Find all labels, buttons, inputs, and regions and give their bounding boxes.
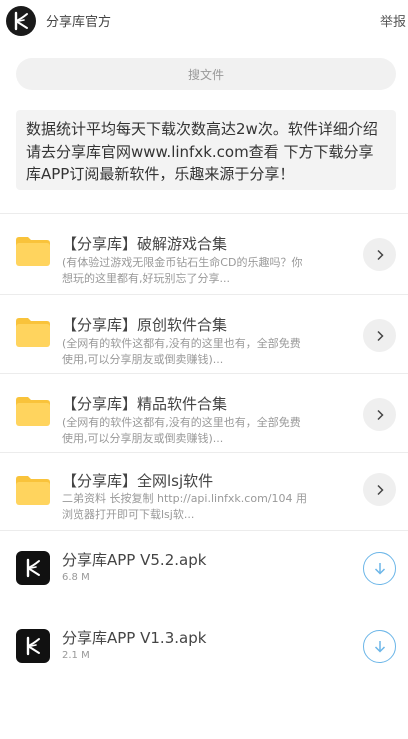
download-icon <box>374 640 385 653</box>
download-icon <box>374 562 385 575</box>
folder-item[interactable]: 【分享库】全网lsj软件 二弟资料 长按复制 http://api.linfxk… <box>0 453 408 533</box>
chevron-right-icon <box>376 484 384 495</box>
notice-text: 数据统计平均每天下载次数高达2w次。软件详细介绍请去分享库官网www.linfx… <box>26 120 378 183</box>
file-size: 2.1 M <box>62 650 90 661</box>
open-folder-button[interactable] <box>363 473 396 506</box>
folder-item[interactable]: 【分享库】破解游戏合集 (有体验过游戏无限金币钻石生命CD的乐趣吗？你想玩的这里… <box>0 214 408 294</box>
chevron-right-icon <box>376 409 384 420</box>
folder-icon <box>16 237 50 266</box>
file-item[interactable]: 分享库APP V5.2.apk 6.8 M <box>0 531 408 605</box>
owner-name[interactable]: 分享库官方 <box>46 11 111 30</box>
open-folder-button[interactable] <box>363 398 396 431</box>
folder-icon <box>16 397 50 426</box>
folder-title: 【分享库】破解游戏合集 <box>62 235 228 253</box>
folder-item[interactable]: 【分享库】原创软件合集 (全网有的软件这都有,没有的这里也有，全部免费使用,可以… <box>0 295 408 375</box>
file-name: 分享库APP V1.3.apk <box>62 629 207 647</box>
folder-icon <box>16 318 50 347</box>
folder-icon <box>16 476 50 505</box>
open-folder-button[interactable] <box>363 238 396 271</box>
brand-logo-icon <box>26 636 40 656</box>
report-link[interactable]: 举报 <box>380 11 406 30</box>
search-placeholder: 搜文件 <box>187 67 224 82</box>
owner-avatar[interactable] <box>6 6 36 36</box>
file-name: 分享库APP V5.2.apk <box>62 551 207 569</box>
notice-box: 数据统计平均每天下载次数高达2w次。软件详细介绍请去分享库官网www.linfx… <box>16 110 396 190</box>
app-file-icon <box>16 629 50 663</box>
folder-description: (有体验过游戏无限金币钻石生命CD的乐趣吗？你想玩的这里都有,好玩别忘了分享..… <box>62 256 303 285</box>
file-item[interactable]: 分享库APP V1.3.apk 2.1 M <box>0 609 408 683</box>
folder-title: 【分享库】原创软件合集 <box>62 316 228 334</box>
folder-item[interactable]: 【分享库】精品软件合集 (全网有的软件这都有,没有的这里也有，全部免费使用,可以… <box>0 374 408 454</box>
brand-logo-icon <box>26 558 40 578</box>
app-file-icon <box>16 551 50 585</box>
top-bar: 分享库官方 举报 <box>0 0 408 42</box>
download-button[interactable] <box>363 630 396 663</box>
file-size: 6.8 M <box>62 572 90 583</box>
folder-description: (全网有的软件这都有,没有的这里也有，全部免费使用,可以分享朋友或倒卖赚钱)..… <box>62 416 301 445</box>
chevron-right-icon <box>376 330 384 341</box>
chevron-right-icon <box>376 249 384 260</box>
folder-description: (全网有的软件这都有,没有的这里也有，全部免费使用,可以分享朋友或倒卖赚钱)..… <box>62 337 301 366</box>
download-button[interactable] <box>363 552 396 585</box>
folder-description: 二弟资料 长按复制 http://api.linfxk.com/104 用浏览器… <box>62 492 307 521</box>
open-folder-button[interactable] <box>363 319 396 352</box>
folder-title: 【分享库】全网lsj软件 <box>62 472 214 490</box>
brand-logo-icon <box>14 11 28 31</box>
folder-title: 【分享库】精品软件合集 <box>62 395 228 413</box>
search-input[interactable]: 搜文件 <box>16 58 396 90</box>
